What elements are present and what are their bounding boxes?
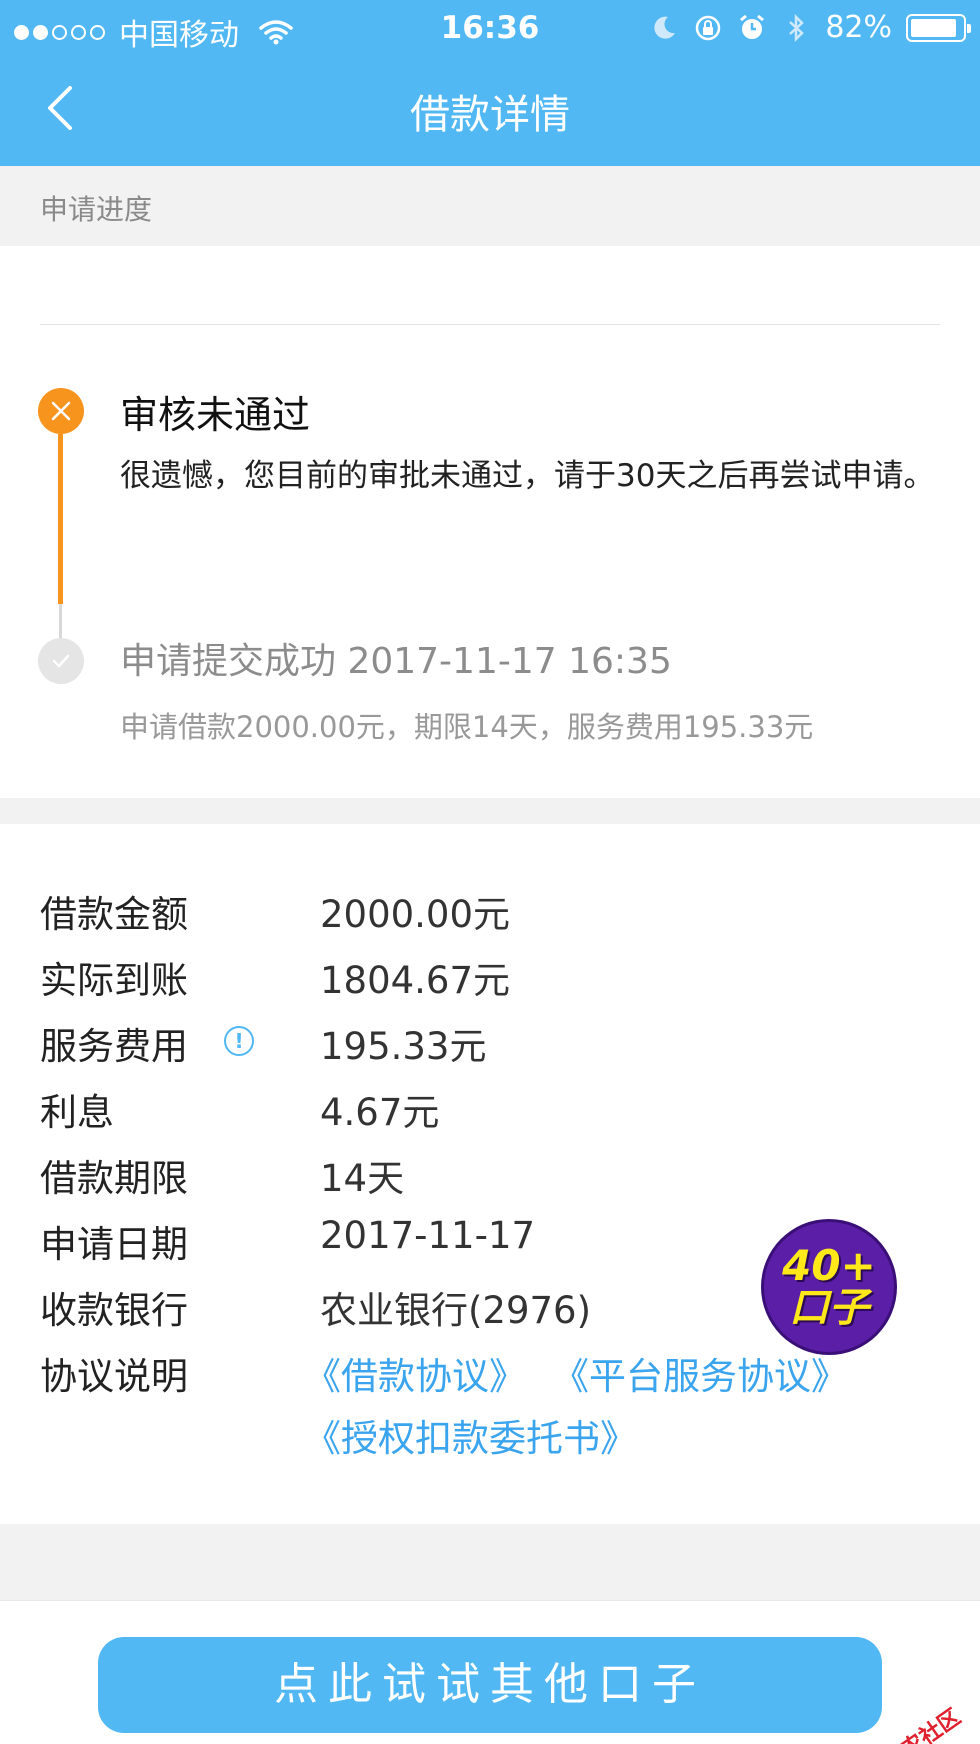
detail-label-amount: 借款金额 <box>40 893 188 936</box>
step-title-rejected: 审核未通过 <box>120 393 311 437</box>
status-bar: 中国移动 16:36 82% <box>0 0 980 56</box>
progress-card: 审核未通过 很遗憾，您目前的审批未通过，请于30天之后再尝试申请。 申请提交成功… <box>0 246 980 798</box>
link-loan-agreement[interactable]: 《借款协议》 <box>304 1346 526 1400</box>
step-desc-submitted: 申请借款2000.00元，期限14天，服务费用195.33元 <box>120 710 814 744</box>
try-other-button[interactable]: 点此试试其他口子 <box>98 1637 882 1733</box>
detail-value-bank: 农业银行(2976) <box>320 1289 592 1332</box>
battery-icon <box>906 13 971 42</box>
detail-label-received: 实际到账 <box>40 959 188 1002</box>
section-label-progress: 申请进度 <box>40 193 153 226</box>
moon-icon <box>654 16 676 39</box>
promo-badge[interactable]: 40+ 口子 <box>764 1222 894 1352</box>
info-icon[interactable]: ! <box>224 1026 254 1056</box>
loan-details-card: 借款金额 2000.00元 实际到账 1804.67元 服务费用 ! 195.3… <box>0 824 980 1524</box>
detail-label-service-fee: 服务费用 <box>40 1025 188 1068</box>
detail-label-agreements: 协议说明 <box>40 1355 188 1398</box>
promo-line2: 口子 <box>789 1285 869 1331</box>
check-icon <box>38 638 84 684</box>
detail-label-bank: 收款银行 <box>40 1289 188 1332</box>
bottom-bar: 点此试试其他口子 卡农社区 <box>0 1600 980 1744</box>
divider <box>40 324 940 325</box>
link-debit-authorization[interactable]: 《授权扣款委托书》 <box>304 1408 637 1462</box>
detail-label-term: 借款期限 <box>40 1157 188 1200</box>
detail-value-service-fee: 195.33元 <box>320 1025 487 1068</box>
detail-value-interest: 4.67元 <box>320 1091 440 1134</box>
bluetooth-icon <box>789 13 805 42</box>
step-title-submitted: 申请提交成功 2017-11-17 16:35 <box>120 641 672 682</box>
detail-value-received: 1804.67元 <box>320 959 511 1002</box>
promo-line1: 40+ <box>782 1241 876 1290</box>
status-right: 82% <box>649 10 971 45</box>
detail-value-amount: 2000.00元 <box>320 893 511 936</box>
close-icon <box>38 388 84 434</box>
rotation-lock-icon <box>696 15 721 40</box>
detail-value-apply-date: 2017-11-17 <box>320 1214 536 1257</box>
timeline-segment-active <box>58 434 63 604</box>
page-title: 借款详情 <box>410 92 570 138</box>
detail-label-interest: 利息 <box>40 1091 114 1134</box>
detail-label-apply-date: 申请日期 <box>40 1223 188 1266</box>
battery-percent: 82% <box>825 10 892 45</box>
alarm-icon <box>740 14 765 39</box>
app-header: 中国移动 16:36 82% 借款详情 <box>0 0 980 166</box>
watermark: 卡农社区 <box>878 1704 966 1744</box>
detail-value-term: 14天 <box>320 1157 405 1200</box>
link-platform-service-agreement[interactable]: 《平台服务协议》 <box>552 1346 848 1400</box>
step-desc-rejected: 很遗憾，您目前的审批未通过，请于30天之后再尝试申请。 <box>120 458 935 494</box>
